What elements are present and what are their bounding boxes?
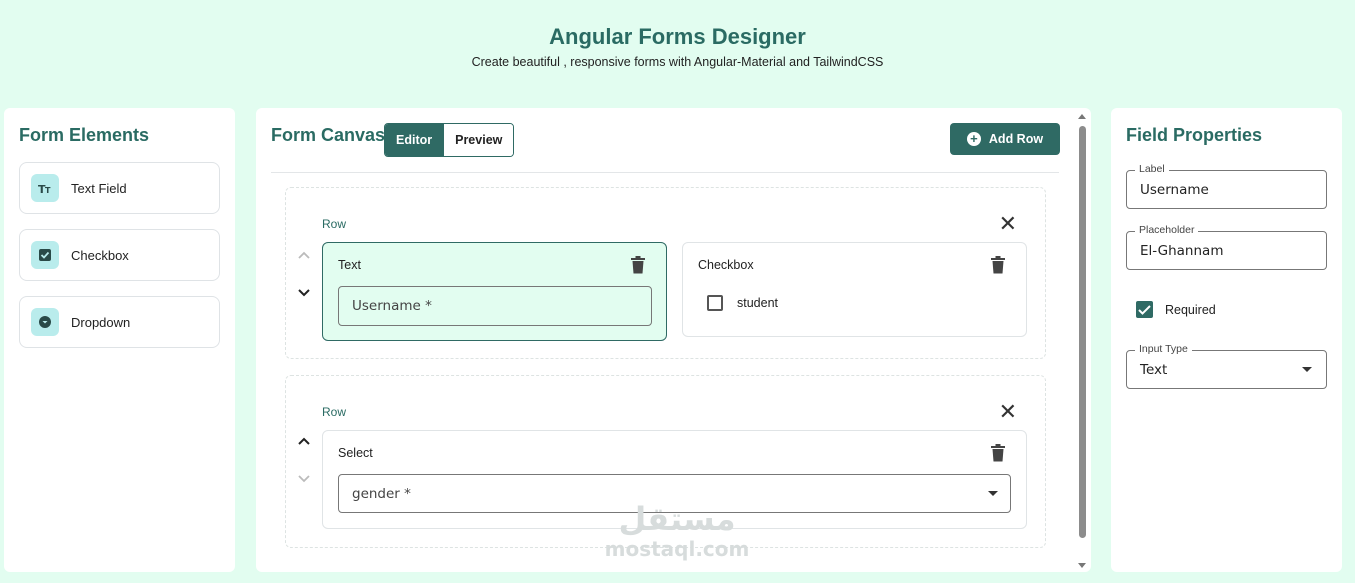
app-header: Angular Forms Designer Create beautiful … [0,0,1355,100]
gender-select-placeholder: gender * [352,485,411,502]
element-checkbox-label: Checkbox [71,247,129,263]
student-checkbox[interactable] [707,295,723,311]
close-icon[interactable]: ✕ [999,401,1017,423]
form-row[interactable]: Row ✕ Text Username * Checkbox student [285,187,1046,359]
placeholder-value: El-Ghannam [1140,243,1224,259]
placeholder-field[interactable]: Placeholder El-Ghannam [1126,224,1327,270]
form-elements-title: Form Elements [19,125,150,145]
checkbox-field-card[interactable]: Checkbox student [682,242,1027,337]
label-value: Username [1140,182,1209,198]
required-label: Required [1165,303,1216,317]
field-type-label: Checkbox [698,258,754,272]
caret-down-icon [988,491,998,496]
add-row-label: Add Row [988,132,1044,146]
required-checkbox[interactable] [1136,301,1153,318]
input-type-value: Text [1140,362,1168,378]
scroll-up-arrow-icon[interactable] [1078,113,1086,119]
field-type-label: Text [338,258,361,272]
field-type-label: Select [338,446,373,460]
app-title: Angular Forms Designer [549,24,806,49]
input-type-select[interactable]: Input Type Text [1126,343,1327,389]
field-properties-title: Field Properties [1126,125,1263,145]
scroll-down-arrow-icon[interactable] [1078,563,1086,569]
app-subtitle: Create beautiful , responsive forms with… [471,55,884,69]
chevron-down-icon[interactable] [296,284,312,300]
svg-text:T: T [45,186,51,194]
caret-down-icon [1302,367,1312,372]
row-label: Row [322,217,347,231]
checkbox-icon [31,241,59,269]
text-field-card[interactable]: Text Username * [322,242,667,341]
trash-icon[interactable] [990,444,1006,462]
dropdown-icon [31,308,59,336]
canvas-divider [271,172,1059,173]
check-icon [1138,304,1151,315]
label-field[interactable]: Label Username [1126,163,1327,209]
element-dropdown-label: Dropdown [71,314,131,330]
form-canvas-title: Form Canvas [271,125,386,145]
placeholder-legend: Placeholder [1135,224,1199,236]
watermark-latin: mostaql.com [604,537,750,561]
element-checkbox[interactable]: Checkbox [19,229,220,281]
watermark-logo: مستقل mostaql.com [598,500,756,560]
chevron-up-icon[interactable] [296,434,312,450]
element-text-field[interactable]: TT Text Field [19,162,220,214]
field-properties-panel: Field Properties Label Username Placehol… [1111,108,1342,572]
tab-preview[interactable]: Preview [443,124,514,156]
add-row-button[interactable]: + Add Row [950,123,1060,155]
watermark-arabic: مستقل [618,500,736,538]
plus-circle-icon: + [966,132,981,146]
checkbox-option-label: student [737,296,779,310]
tab-editor[interactable]: Editor [385,124,444,156]
input-type-legend: Input Type [1135,343,1192,355]
username-input[interactable]: Username * [338,286,652,326]
scrollbar-thumb[interactable] [1079,126,1086,538]
row-label: Row [322,405,347,419]
text-format-icon: TT [31,174,59,202]
label-legend: Label [1135,163,1169,175]
form-elements-panel: Form Elements TT Text Field Checkbox Dro… [4,108,235,572]
close-icon[interactable]: ✕ [999,213,1017,235]
element-dropdown[interactable]: Dropdown [19,296,220,348]
trash-icon[interactable] [630,256,646,274]
mode-toggle: Editor Preview [384,123,515,157]
element-text-field-label: Text Field [71,180,127,196]
chevron-up-icon[interactable] [296,248,312,264]
trash-icon[interactable] [990,256,1006,274]
chevron-down-icon[interactable] [296,470,312,486]
